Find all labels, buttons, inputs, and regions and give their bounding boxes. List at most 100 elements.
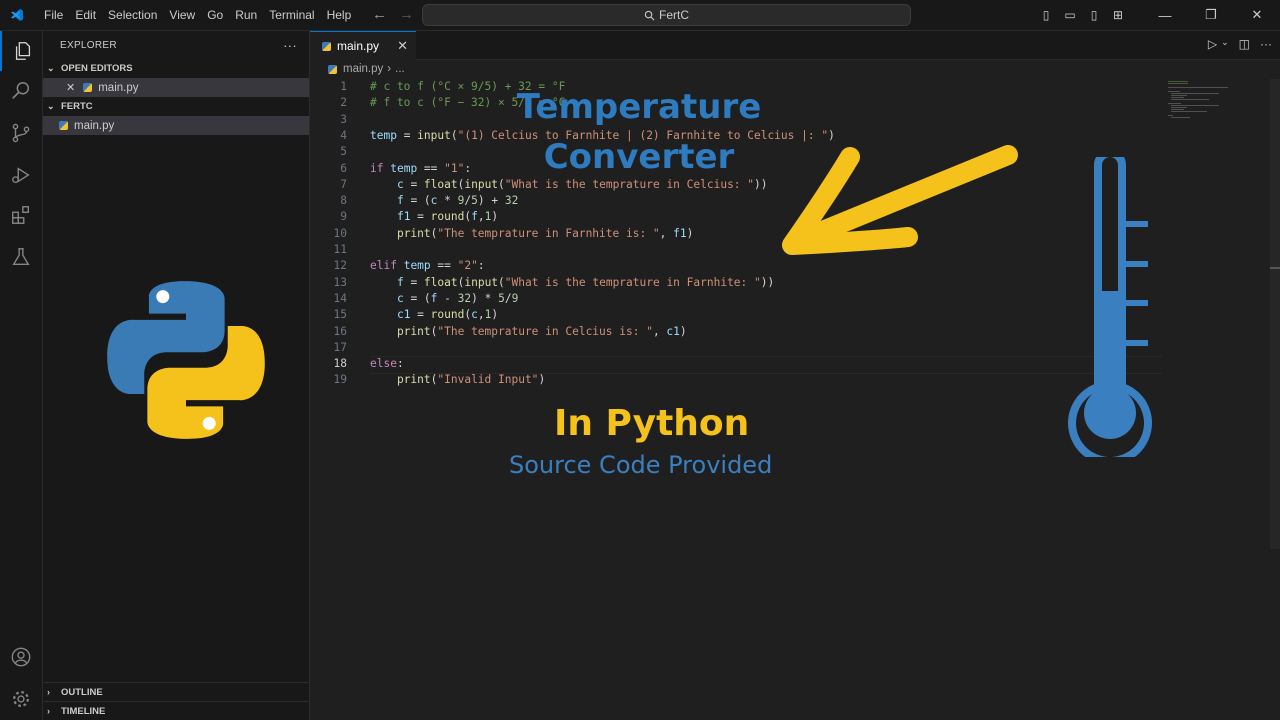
outline-section[interactable]: › OUTLINE	[43, 682, 309, 701]
line-number: 5	[340, 145, 347, 159]
toggle-primary-sidebar-icon[interactable]: ▯	[1034, 8, 1058, 22]
python-file-icon	[322, 41, 331, 51]
toggle-secondary-sidebar-icon[interactable]: ▯	[1082, 8, 1106, 22]
code-text: else:	[370, 357, 404, 371]
thermometer-icon	[1068, 157, 1152, 457]
breadcrumb-file: main.py	[343, 63, 384, 75]
run-file-icon[interactable]: ▷	[1208, 37, 1217, 51]
code-text: f1 = round(f,1)	[396, 210, 499, 224]
line-number: 8	[340, 194, 347, 208]
line-number: 14	[333, 291, 347, 305]
line-number: 17	[333, 340, 347, 354]
line-number: 2	[340, 96, 347, 110]
code-text: elif temp == "2":	[370, 259, 485, 273]
restore-icon[interactable]: ❐	[1188, 7, 1234, 23]
code-text: print("Invalid Input")	[396, 373, 546, 387]
python-file-icon	[83, 83, 93, 92]
customize-layout-icon[interactable]: ⊞	[1106, 8, 1130, 22]
yellow-arrow-icon	[782, 145, 1018, 255]
editor-area: main.py ✕ ▷ ⌄ ◫ ··· main.py › ... 1 # c t…	[310, 31, 1280, 720]
python-file-icon	[328, 64, 337, 74]
run-debug-icon[interactable]	[0, 155, 42, 195]
command-center[interactable]: FertC	[422, 4, 911, 26]
testing-flask-icon[interactable]	[0, 237, 42, 277]
scrollbar-cursor-marker	[1270, 267, 1280, 269]
tab-label: main.py	[337, 39, 380, 53]
file-tree-label: main.py	[74, 119, 115, 132]
line-number: 18	[333, 357, 347, 371]
toggle-panel-icon[interactable]: ▭	[1058, 8, 1082, 22]
timeline-section[interactable]: › TIMELINE	[43, 701, 309, 720]
more-actions-icon[interactable]: ···	[283, 38, 297, 53]
chevron-right-icon: ›	[47, 706, 50, 716]
overlay-title-line1: Temperature	[516, 87, 762, 127]
open-editor-label: main.py	[98, 81, 139, 94]
minimize-icon[interactable]: —	[1142, 8, 1188, 23]
close-editor-icon[interactable]: ✕	[66, 81, 75, 94]
file-tree-item[interactable]: main.py	[43, 116, 309, 135]
more-editor-actions-icon[interactable]: ···	[1260, 37, 1272, 51]
source-control-icon[interactable]	[0, 113, 42, 153]
search-sidebar-icon[interactable]	[0, 71, 42, 111]
menu-file[interactable]: File	[38, 8, 69, 22]
close-window-icon[interactable]: ✕	[1234, 7, 1280, 23]
menu-run[interactable]: Run	[229, 8, 263, 22]
nav-arrows: ← →	[372, 6, 426, 23]
chevron-right-icon: ›	[47, 687, 50, 697]
run-dropdown-chevron-icon[interactable]: ⌄	[1221, 37, 1229, 51]
tab-main-py[interactable]: main.py ✕	[310, 31, 416, 60]
search-icon	[644, 10, 655, 20]
open-editors-label: OPEN EDITORS	[61, 63, 133, 74]
code-text: f = float(input("What is the temprature …	[396, 275, 775, 289]
line-number: 3	[340, 112, 347, 126]
menu-selection[interactable]: Selection	[102, 8, 163, 22]
forward-arrow-icon[interactable]: →	[399, 6, 414, 23]
line-number: 1	[340, 80, 347, 93]
folder-label: FERTC	[61, 101, 93, 112]
python-file-icon	[59, 121, 68, 130]
timeline-label: TIMELINE	[61, 705, 106, 717]
explorer-icon[interactable]	[0, 31, 44, 71]
back-arrow-icon[interactable]: ←	[372, 6, 387, 23]
line-number: 9	[340, 210, 347, 224]
window-controls: ▯ ▭ ▯ ⊞ — ❐ ✕	[1034, 0, 1280, 30]
breadcrumb-separator: ›	[387, 63, 392, 75]
close-tab-icon[interactable]: ✕	[397, 38, 408, 54]
split-editor-icon[interactable]: ◫	[1239, 37, 1250, 51]
code-text: c = (f - 32) * 5/9	[396, 291, 519, 305]
breadcrumb[interactable]: main.py › ...	[328, 63, 405, 75]
explorer-header: EXPLORER ···	[43, 31, 309, 59]
menu-view[interactable]: View	[163, 8, 201, 22]
command-center-label: FertC	[659, 8, 689, 22]
explorer-sidebar: EXPLORER ··· ⌄ OPEN EDITORS ✕ main.py ⌄ …	[43, 31, 310, 720]
code-text: print("The temprature in Farnhite is: ",…	[396, 226, 694, 240]
vscode-logo-icon	[11, 9, 23, 21]
code-text: print("The temprature in Celcius is: ", …	[396, 324, 687, 338]
open-editors-section[interactable]: ⌄ OPEN EDITORS	[43, 59, 309, 78]
outline-label: OUTLINE	[61, 686, 103, 698]
menu-help[interactable]: Help	[321, 8, 358, 22]
editor-actions: ▷ ⌄ ◫ ···	[1198, 37, 1272, 51]
code-text: f = (c * 9/5) + 32	[396, 194, 519, 208]
line-number: 16	[333, 324, 347, 338]
code-text: c1 = round(c,1)	[396, 308, 499, 322]
overlay-language: In Python	[554, 403, 750, 444]
folder-section[interactable]: ⌄ FERTC	[43, 97, 309, 116]
line-number: 7	[340, 177, 347, 191]
open-editor-item[interactable]: ✕ main.py	[43, 78, 309, 97]
line-number: 12	[333, 259, 347, 273]
minimap[interactable]	[1168, 79, 1248, 119]
settings-gear-icon[interactable]	[0, 679, 42, 719]
chevron-down-icon: ⌄	[47, 101, 55, 111]
activity-bar	[0, 31, 43, 720]
menu-bar: File Edit Selection View Go Run Terminal…	[38, 0, 357, 30]
extensions-icon[interactable]	[0, 195, 42, 235]
line-number: 19	[333, 373, 347, 387]
menu-go[interactable]: Go	[201, 8, 229, 22]
menu-terminal[interactable]: Terminal	[263, 8, 320, 22]
breadcrumb-more: ...	[395, 63, 405, 75]
vertical-scrollbar[interactable]	[1270, 79, 1280, 549]
menu-edit[interactable]: Edit	[69, 8, 102, 22]
account-icon[interactable]	[0, 637, 42, 677]
line-number: 11	[333, 243, 347, 256]
